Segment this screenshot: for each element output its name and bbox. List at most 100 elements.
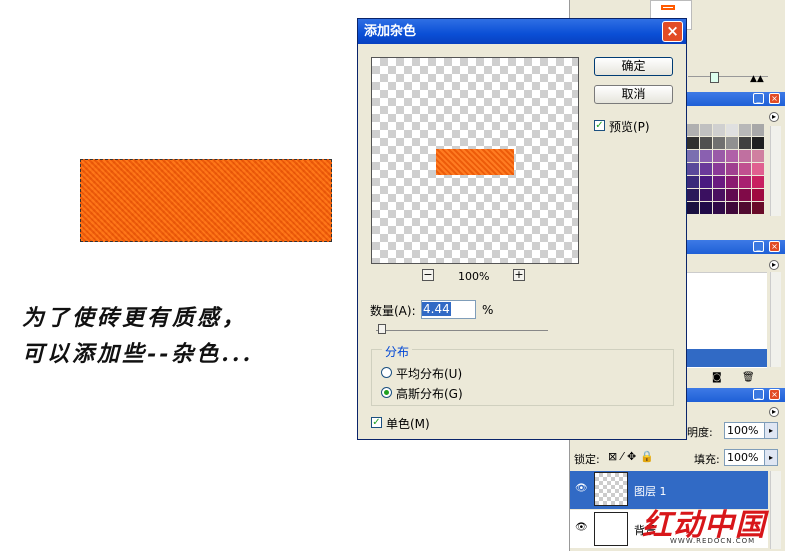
preview-brick [436,149,514,175]
color-swatch[interactable] [687,137,699,149]
watermark-url: WWW.REDOCN.COM [670,537,756,545]
preview-area[interactable] [371,57,579,264]
panel-minimize-icon[interactable]: _ [753,93,764,104]
zoom-in-icon[interactable]: + [513,269,525,281]
color-swatch[interactable] [752,124,764,136]
color-swatch[interactable] [687,189,699,201]
color-swatch[interactable] [713,137,725,149]
color-swatch[interactable] [687,202,699,214]
add-noise-dialog: 添加杂色 × − 100% + 确定 取消 ✓ 预览(P) 数量(A): 4.4… [357,18,687,440]
amount-input[interactable]: 4.44 [421,300,476,319]
note-line-1: 为了使砖更有质感， [22,305,248,331]
fill-arrow-icon[interactable]: ▸ [764,449,778,466]
color-swatch[interactable] [752,150,764,162]
navigator-zoom-thumb[interactable] [710,72,719,83]
gaussian-radio[interactable] [381,387,392,398]
color-swatch[interactable] [713,189,725,201]
color-swatch[interactable] [739,137,751,149]
color-swatch[interactable] [752,176,764,188]
color-swatch[interactable] [752,189,764,201]
color-swatch[interactable] [752,163,764,175]
opacity-arrow-icon[interactable]: ▸ [764,422,778,439]
color-swatch[interactable] [713,163,725,175]
trash-icon[interactable]: 🗑 [742,372,755,383]
color-swatch[interactable] [700,137,712,149]
color-swatch[interactable] [739,150,751,162]
color-swatch[interactable] [713,124,725,136]
color-swatch[interactable] [687,176,699,188]
gaussian-label[interactable]: 高斯分布(G) [396,385,463,402]
color-swatch[interactable] [739,189,751,201]
zoom-out-icon[interactable]: − [422,269,434,281]
preview-checkbox[interactable]: ✓ [594,120,605,131]
color-swatch[interactable] [726,189,738,201]
panel-menu-icon[interactable]: ▸ [769,407,779,417]
history-selected-row[interactable] [687,349,767,367]
color-swatch[interactable] [687,124,699,136]
panel-close-icon[interactable]: × [769,389,780,400]
panel-close-icon[interactable]: × [769,241,780,252]
color-swatch[interactable] [752,137,764,149]
color-swatch[interactable] [726,176,738,188]
uniform-label[interactable]: 平均分布(U) [396,365,462,382]
color-swatch[interactable] [739,176,751,188]
lock-label: 锁定: [574,453,600,466]
swatch-grid[interactable] [687,124,765,220]
brick-selection [80,159,332,242]
color-swatch[interactable] [726,202,738,214]
color-swatch[interactable] [726,137,738,149]
color-swatch[interactable] [713,202,725,214]
visibility-eye-icon[interactable]: 👁 [575,483,588,494]
color-swatch[interactable] [739,163,751,175]
ok-button[interactable]: 确定 [594,57,673,76]
visibility-eye-icon[interactable]: 👁 [575,522,588,533]
lock-icons[interactable]: ⊠⁄✥🔒 [608,450,658,463]
monochrome-checkbox[interactable]: ✓ [371,417,382,428]
color-swatch[interactable] [700,176,712,188]
color-swatch[interactable] [713,176,725,188]
color-swatch[interactable] [726,150,738,162]
color-swatch[interactable] [700,202,712,214]
color-swatch[interactable] [713,150,725,162]
color-swatch[interactable] [687,163,699,175]
color-swatch[interactable] [726,124,738,136]
monochrome-label[interactable]: 单色(M) [386,415,430,432]
color-swatch[interactable] [700,150,712,162]
preview-label[interactable]: 预览(P) [609,118,650,135]
amount-label: 数量(A): [370,304,416,318]
panel-close-icon[interactable]: × [769,93,780,104]
color-swatch[interactable] [752,202,764,214]
history-list[interactable] [687,272,767,368]
layer-thumbnail [594,472,628,506]
fill-label: 填充: [694,453,720,466]
amount-slider-thumb[interactable] [378,324,386,334]
amount-value[interactable]: 4.44 [422,302,451,316]
cancel-button[interactable]: 取消 [594,85,673,104]
color-swatch[interactable] [739,124,751,136]
mountain-icon[interactable]: ▲▲ [750,74,764,84]
swatches-scrollbar[interactable] [770,126,781,216]
layers-scrollbar[interactable] [770,471,781,549]
panel-minimize-icon[interactable]: _ [753,389,764,400]
color-swatch[interactable] [726,163,738,175]
zoom-level: 100% [458,270,490,283]
color-swatch[interactable] [739,202,751,214]
uniform-radio[interactable] [381,367,392,378]
amount-unit: % [482,303,494,317]
amount-slider-track[interactable] [376,330,548,331]
camera-icon[interactable]: ◙ [712,372,722,383]
panel-menu-icon[interactable]: ▸ [769,260,779,270]
close-icon[interactable]: × [662,21,683,42]
dialog-titlebar: 添加杂色 [358,19,686,44]
color-swatch[interactable] [700,163,712,175]
history-scrollbar[interactable] [770,272,781,367]
color-swatch[interactable] [687,150,699,162]
distribution-title: 分布 [382,343,413,360]
panel-menu-icon[interactable]: ▸ [769,112,779,122]
navigator-proxy [661,5,675,10]
dialog-title: 添加杂色 [364,24,417,39]
layer-name[interactable]: 图层 1 [634,483,667,499]
color-swatch[interactable] [700,189,712,201]
panel-minimize-icon[interactable]: _ [753,241,764,252]
color-swatch[interactable] [700,124,712,136]
